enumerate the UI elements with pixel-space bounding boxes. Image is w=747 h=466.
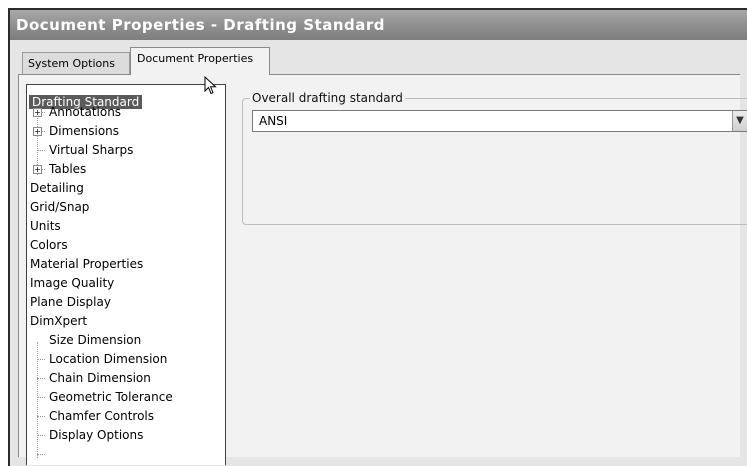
tree-item-dimensions[interactable]: Dimensions [49, 122, 119, 140]
tree-item-grid-snap[interactable]: Grid/Snap [30, 198, 89, 216]
tree-item-location-dimension[interactable]: Location Dimension [49, 350, 167, 368]
tab-system-options[interactable]: System Options [22, 52, 130, 74]
tab-document-properties[interactable]: Document Properties [130, 47, 270, 75]
tree-item-units[interactable]: Units [30, 217, 61, 235]
tree-item-annotations[interactable]: Annotations [49, 103, 121, 121]
tree-item-geometric-tolerance[interactable]: Geometric Tolerance [49, 388, 173, 406]
group-label: Overall drafting standard [250, 91, 405, 105]
mouse-pointer-icon [204, 76, 217, 95]
tree-item-display-options[interactable]: Display Options [49, 426, 143, 444]
tree-item-detailing[interactable]: Detailing [30, 179, 84, 197]
property-tree[interactable]: Drafting Standard + Annotations + Dimens… [26, 84, 226, 465]
tree-item-colors[interactable]: Colors [30, 236, 68, 254]
tree-item-virtual-sharps[interactable]: Virtual Sharps [49, 141, 133, 159]
plus-box-icon[interactable]: + [33, 127, 42, 136]
chevron-down-icon[interactable]: ▼ [732, 111, 747, 131]
tree-item-tables[interactable]: Tables [49, 160, 86, 178]
tree-item-dimxpert[interactable]: DimXpert [30, 312, 87, 330]
plus-box-icon[interactable]: + [33, 108, 42, 117]
tree-item-material-properties[interactable]: Material Properties [30, 255, 143, 273]
tree-item-image-quality[interactable]: Image Quality [30, 274, 114, 292]
tree-item-chamfer-controls[interactable]: Chamfer Controls [49, 407, 154, 425]
plus-box-icon[interactable]: + [33, 165, 42, 174]
window-title: Document Properties - Drafting Standard [10, 10, 747, 40]
select-value: ANSI [259, 114, 288, 128]
tree-item-size-dimension[interactable]: Size Dimension [49, 331, 141, 349]
drafting-standard-select[interactable]: ANSI ▼ [252, 110, 747, 132]
tree-item-plane-display[interactable]: Plane Display [30, 293, 111, 311]
tree-item-chain-dimension[interactable]: Chain Dimension [49, 369, 151, 387]
